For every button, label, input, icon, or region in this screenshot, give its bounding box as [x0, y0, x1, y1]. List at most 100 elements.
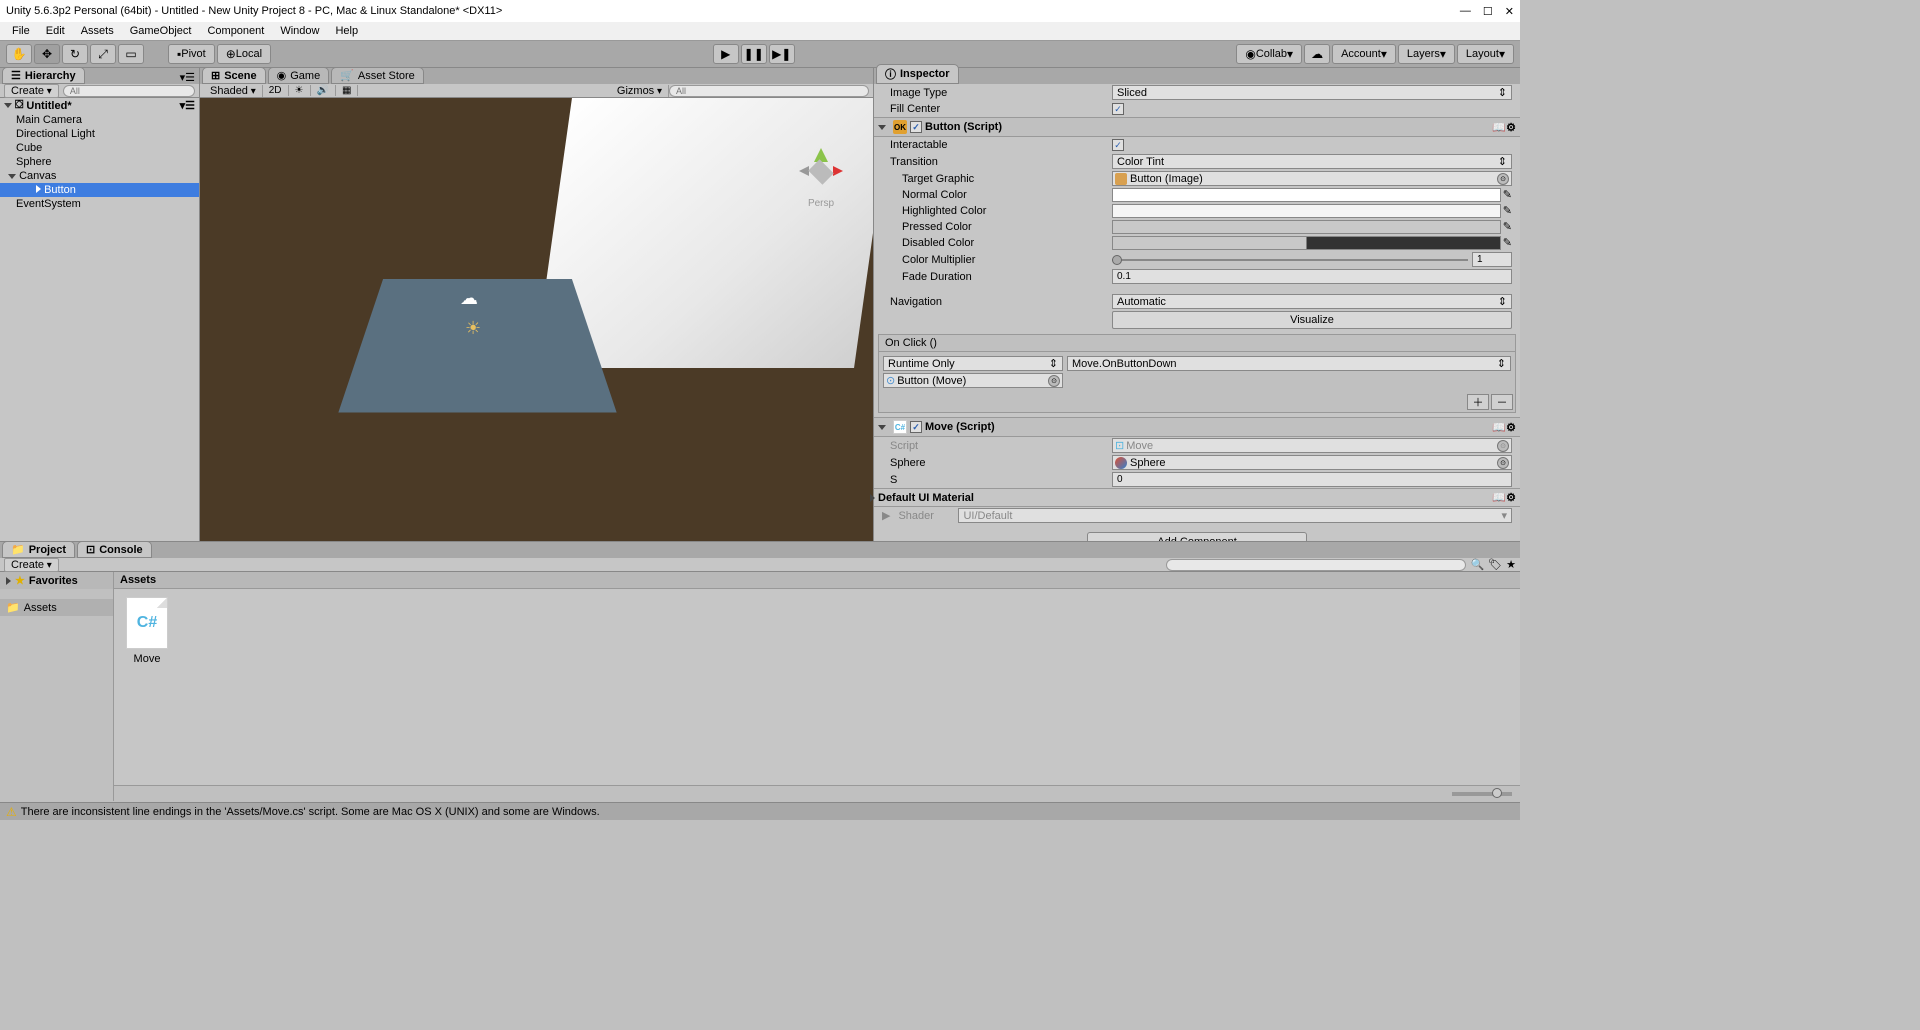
button-component-header[interactable]: OK ✓ Button (Script) 📖 ⚙	[874, 117, 1520, 137]
menu-gameobject[interactable]: GameObject	[122, 25, 200, 37]
collab-dropdown[interactable]: ◉ Collab ▾	[1236, 44, 1302, 64]
rotate-tool[interactable]: ↻	[62, 44, 88, 64]
hierarchy-item[interactable]: Cube	[0, 141, 199, 155]
assets-folder[interactable]: 📁 Assets	[0, 599, 113, 616]
move-tool[interactable]: ✥	[34, 44, 60, 64]
gear-icon[interactable]: ⚙	[1506, 421, 1516, 434]
hierarchy-item[interactable]: EventSystem	[0, 197, 199, 211]
interactable-checkbox[interactable]: ✓	[1112, 139, 1124, 151]
scale-tool[interactable]: ⤢	[90, 44, 116, 64]
persp-label[interactable]: Persp	[808, 198, 834, 209]
hierarchy-search[interactable]	[63, 85, 195, 97]
transition-dropdown[interactable]: Color Tint⇕	[1112, 154, 1512, 169]
audio-toggle[interactable]: 🔊	[311, 85, 336, 96]
scene-viewport[interactable]: ☁ ☀ Persp	[200, 98, 873, 541]
local-toggle[interactable]: ⊕ Local	[217, 44, 271, 64]
close-button[interactable]: ✕	[1505, 5, 1514, 18]
project-grid[interactable]: C# Move	[114, 589, 1520, 785]
s-value[interactable]	[1112, 472, 1512, 487]
project-search[interactable]	[1166, 559, 1466, 571]
help-icon[interactable]: 📖	[1492, 491, 1506, 504]
disabled-color-swatch[interactable]	[1112, 236, 1501, 250]
menu-edit[interactable]: Edit	[38, 25, 73, 37]
account-dropdown[interactable]: Account ▾	[1332, 44, 1396, 64]
fade-duration-value[interactable]	[1112, 269, 1512, 284]
target-graphic-field[interactable]: Button (Image)⊙	[1112, 171, 1512, 186]
menu-assets[interactable]: Assets	[73, 25, 122, 37]
menu-file[interactable]: File	[4, 25, 38, 37]
layers-dropdown[interactable]: Layers ▾	[1398, 44, 1455, 64]
hierarchy-item[interactable]: Main Camera	[0, 113, 199, 127]
sphere-field[interactable]: Sphere⊙	[1112, 455, 1512, 470]
minimize-button[interactable]: —	[1460, 5, 1471, 18]
pivot-toggle[interactable]: ▪ Pivot	[168, 44, 215, 64]
color-multiplier-value[interactable]	[1472, 252, 1512, 267]
project-tab[interactable]: 📁 Project	[2, 541, 75, 558]
image-type-dropdown[interactable]: Sliced⇕	[1112, 85, 1512, 100]
hierarchy-tab[interactable]: ☰ Hierarchy	[2, 67, 85, 84]
hierarchy-tree[interactable]: ⛋ Untitled*▾☰ Main Camera Directional Li…	[0, 98, 199, 541]
eyedropper-icon[interactable]: ✎	[1503, 204, 1512, 218]
help-icon[interactable]: 📖	[1492, 121, 1506, 134]
hierarchy-item[interactable]: Sphere	[0, 155, 199, 169]
eyedropper-icon[interactable]: ✎	[1503, 188, 1512, 202]
material-foldout[interactable]: ▶	[882, 509, 890, 522]
assets-breadcrumb[interactable]: Assets	[114, 572, 1520, 589]
menu-window[interactable]: Window	[272, 25, 327, 37]
2d-toggle[interactable]: 2D	[263, 85, 289, 96]
fx-toggle[interactable]: ▦	[336, 85, 358, 96]
hand-tool[interactable]: ✋	[6, 44, 32, 64]
gizmos-dropdown[interactable]: Gizmos ▾	[611, 85, 669, 97]
inspector-tab[interactable]: ⓘ Inspector	[876, 64, 959, 84]
console-tab[interactable]: ⊡ Console	[77, 541, 152, 558]
rect-tool[interactable]: ▭	[118, 44, 144, 64]
eyedropper-icon[interactable]: ✎	[1503, 220, 1512, 234]
onclick-object-field[interactable]: ⊙Button (Move)⊙	[883, 373, 1063, 388]
material-header[interactable]: Default UI Material 📖 ⚙	[874, 488, 1520, 507]
color-multiplier-slider[interactable]	[1112, 259, 1468, 261]
orientation-gizmo[interactable]: Persp	[799, 148, 843, 209]
project-create-dropdown[interactable]: Create ▾	[4, 558, 59, 572]
cloud-button[interactable]: ☁	[1304, 44, 1330, 64]
hierarchy-item[interactable]: Directional Light	[0, 127, 199, 141]
add-event-button[interactable]: ＋	[1467, 394, 1489, 410]
hierarchy-item-selected[interactable]: Button	[0, 183, 199, 197]
pause-button[interactable]: ❚❚	[741, 44, 767, 64]
menu-component[interactable]: Component	[199, 25, 272, 37]
layout-dropdown[interactable]: Layout ▾	[1457, 44, 1514, 64]
navigation-dropdown[interactable]: Automatic⇕	[1112, 294, 1512, 309]
fill-center-checkbox[interactable]: ✓	[1112, 103, 1124, 115]
panel-menu-icon[interactable]: ▾☰	[176, 71, 199, 84]
normal-color-swatch[interactable]	[1112, 188, 1501, 202]
pressed-color-swatch[interactable]	[1112, 220, 1501, 234]
runtime-dropdown[interactable]: Runtime Only⇕	[883, 356, 1063, 371]
menu-help[interactable]: Help	[327, 25, 366, 37]
play-button[interactable]: ▶	[713, 44, 739, 64]
game-tab[interactable]: ◉ Game	[268, 67, 330, 84]
favorites-header[interactable]: ★ Favorites	[0, 572, 113, 589]
script-field[interactable]: ⊡Move⊙	[1112, 438, 1512, 453]
move-component-header[interactable]: C# ✓ Move (Script) 📖 ⚙	[874, 417, 1520, 437]
grid-size-slider[interactable]	[1452, 792, 1512, 796]
maximize-button[interactable]: ☐	[1483, 5, 1493, 18]
help-icon[interactable]: 📖	[1492, 421, 1506, 434]
shader-dropdown[interactable]: UI/Default▾	[958, 508, 1512, 523]
shaded-dropdown[interactable]: Shaded ▾	[204, 85, 263, 97]
asset-item[interactable]: C# Move	[122, 597, 172, 665]
scene-tab[interactable]: ⊞ Scene	[202, 67, 266, 84]
highlighted-color-swatch[interactable]	[1112, 204, 1501, 218]
remove-event-button[interactable]: －	[1491, 394, 1513, 410]
asset-store-tab[interactable]: 🛒 Asset Store	[331, 67, 424, 84]
light-toggle[interactable]: ☀	[289, 85, 311, 96]
scene-root[interactable]: ⛋ Untitled*▾☰	[0, 98, 199, 113]
eyedropper-icon[interactable]: ✎	[1503, 236, 1512, 250]
hierarchy-item[interactable]: Canvas	[0, 169, 199, 183]
label-icon[interactable]: 🏷	[1488, 558, 1502, 571]
gear-icon[interactable]: ⚙	[1506, 121, 1516, 134]
onclick-function-dropdown[interactable]: Move.OnButtonDown⇕	[1067, 356, 1511, 371]
star-icon[interactable]: ★	[1506, 558, 1516, 571]
add-component-button[interactable]: Add Component	[1087, 532, 1307, 541]
filter-icon[interactable]: 🔍	[1470, 558, 1484, 571]
create-dropdown[interactable]: Create ▾	[4, 84, 59, 98]
gear-icon[interactable]: ⚙	[1506, 491, 1516, 504]
